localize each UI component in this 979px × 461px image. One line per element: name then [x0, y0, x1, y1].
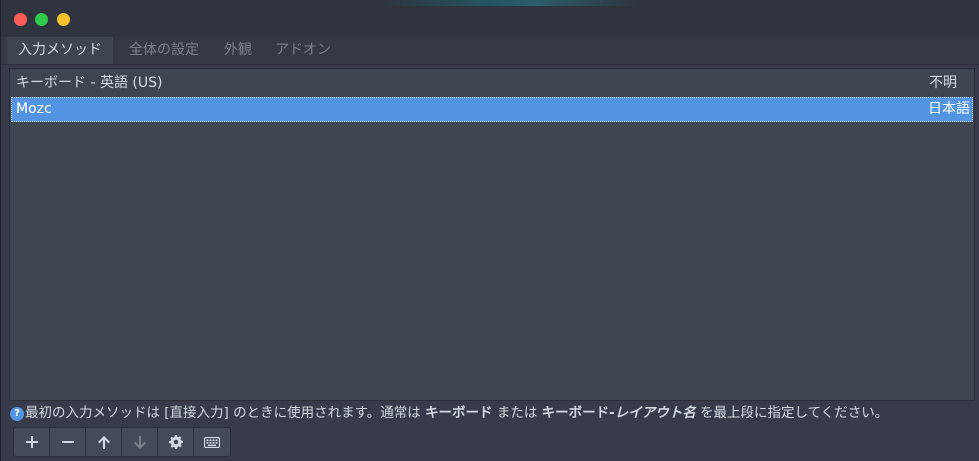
minus-icon — [61, 441, 74, 443]
input-method-language: 日本語 — [928, 101, 970, 117]
tab-global-config[interactable]: 全体の設定 — [117, 37, 211, 64]
tab-bar: 入力メソッド 全体の設定 外観 アドオン — [1, 37, 979, 65]
fcitx-config-window: 入力メソッド 全体の設定 外観 アドオン キーボード - 英語 (US) 不明 … — [0, 0, 979, 461]
input-method-list[interactable]: キーボード - 英語 (US) 不明 Mozc 日本語 — [9, 68, 975, 401]
add-input-method-button[interactable] — [14, 428, 50, 456]
keyboard-layout-button[interactable] — [194, 428, 230, 456]
tab-input-method[interactable]: 入力メソッド — [7, 37, 113, 64]
move-down-button[interactable] — [122, 428, 158, 456]
arrow-up-icon — [97, 435, 110, 449]
maximize-window-button[interactable] — [35, 13, 48, 26]
input-method-name: Mozc — [16, 101, 52, 117]
move-up-button[interactable] — [86, 428, 122, 456]
hint-message: ? 最初の入力メソッドは [直接入力] のときに使用されます。通常は キーボード … — [10, 403, 976, 423]
hint-bold-keyboard-prefix: キーボード- — [541, 405, 615, 421]
input-method-language: 不明 — [929, 75, 957, 91]
desktop-background-accent — [381, 0, 641, 6]
input-method-name: キーボード - 英語 (US) — [16, 75, 163, 91]
arrow-down-icon — [133, 435, 146, 449]
remove-input-method-button[interactable] — [50, 428, 86, 456]
help-icon: ? — [10, 407, 24, 421]
hint-bold-layout-name: レイアウト名 — [614, 405, 696, 421]
close-window-button[interactable] — [14, 13, 27, 26]
hint-text-1: 最初の入力メソッドは [直接入力] のときに使用されます。通常は — [25, 405, 426, 421]
tab-appearance[interactable]: 外観 — [213, 37, 263, 64]
plus-icon — [25, 436, 38, 448]
keyboard-icon — [204, 436, 220, 448]
list-item-keyboard-us[interactable]: キーボード - 英語 (US) 不明 — [11, 71, 973, 96]
gear-icon — [168, 435, 183, 449]
minimize-window-button[interactable] — [57, 13, 70, 26]
bottom-toolbar — [1, 423, 979, 461]
title-bar[interactable] — [1, 0, 979, 37]
toolbar-button-group — [13, 427, 231, 457]
tab-addons[interactable]: アドオン — [265, 37, 341, 64]
hint-text-2: または — [492, 405, 542, 421]
hint-bold-keyboard: キーボード — [425, 405, 493, 421]
list-item-mozc[interactable]: Mozc 日本語 — [11, 97, 973, 122]
hint-text-3: を最上段に指定してください。 — [695, 405, 889, 421]
configure-input-method-button[interactable] — [158, 428, 194, 456]
